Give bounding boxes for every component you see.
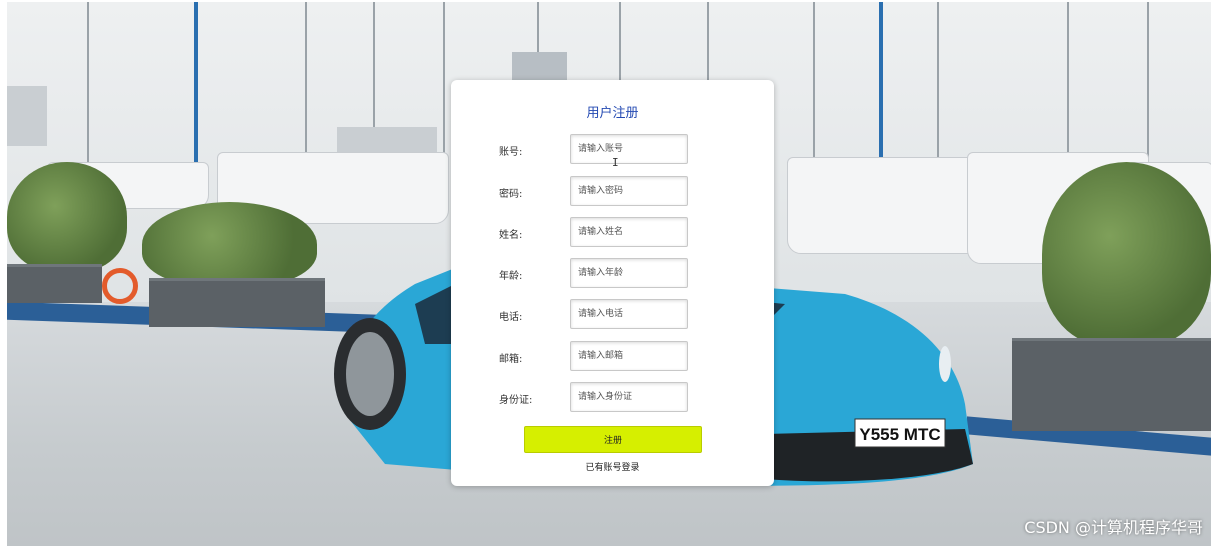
login-link[interactable]: 已有账号登录 xyxy=(451,460,774,473)
planter xyxy=(1012,338,1211,431)
planter xyxy=(149,278,325,327)
form-title: 用户注册 xyxy=(586,106,639,121)
age-input[interactable] xyxy=(571,259,687,287)
name-input[interactable] xyxy=(571,218,687,246)
life-ring xyxy=(102,268,138,304)
form-row-age: 年龄: xyxy=(451,258,774,290)
name-label: 姓名: xyxy=(499,230,523,241)
account-field-box xyxy=(570,134,688,164)
email-input[interactable] xyxy=(571,342,687,370)
form-row-email: 邮箱: xyxy=(451,341,774,373)
email-field-box xyxy=(570,341,688,371)
form-row-name: 姓名: xyxy=(451,217,774,249)
phone-input[interactable] xyxy=(571,300,687,328)
form-row-id-card: 身份证: xyxy=(451,382,774,414)
text-cursor-icon: I xyxy=(612,156,619,169)
register-card: 用户注册 账号: 密码: 姓名: 年龄: 电话: 邮箱: 身 xyxy=(451,80,774,486)
id-card-label: 身份证: xyxy=(499,395,533,406)
bush xyxy=(7,162,127,272)
watermark: CSDN @计算机程序华哥 xyxy=(1024,518,1203,537)
building xyxy=(512,52,567,82)
license-plate-text: Y555 MTC xyxy=(859,425,940,444)
name-field-box xyxy=(570,217,688,247)
mast xyxy=(707,2,709,82)
bush xyxy=(142,202,317,287)
password-input[interactable] xyxy=(571,177,687,205)
password-field-box xyxy=(570,176,688,206)
age-field-box xyxy=(570,258,688,288)
phone-label: 电话: xyxy=(499,312,523,323)
planter xyxy=(7,264,102,303)
bush xyxy=(1042,162,1211,347)
account-input[interactable] xyxy=(571,135,687,163)
email-label: 邮箱: xyxy=(499,354,523,365)
building xyxy=(7,86,47,146)
register-button[interactable]: 注册 xyxy=(524,426,702,453)
password-label: 密码: xyxy=(499,189,523,200)
age-label: 年龄: xyxy=(499,271,523,282)
form-row-password: 密码: xyxy=(451,176,774,208)
form-row-phone: 电话: xyxy=(451,299,774,331)
account-label: 账号: xyxy=(499,147,523,158)
id-card-field-box xyxy=(570,382,688,412)
id-card-input[interactable] xyxy=(571,383,687,411)
mast xyxy=(619,2,621,82)
phone-field-box xyxy=(570,299,688,329)
